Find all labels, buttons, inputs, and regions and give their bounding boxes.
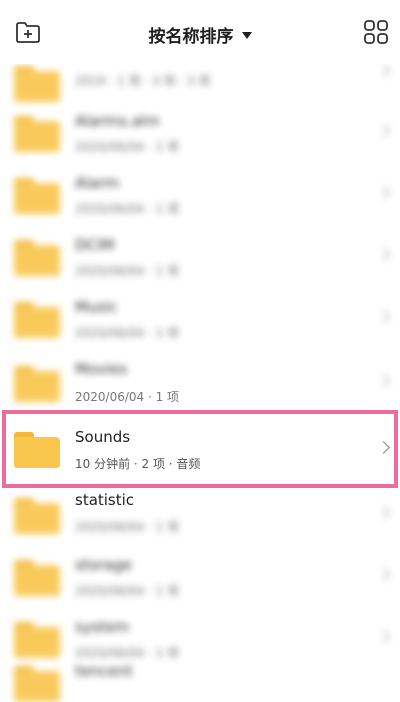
folder-icon: [14, 66, 60, 102]
folder-name: Music: [75, 298, 118, 316]
folder-name: Movies: [75, 360, 128, 378]
folder-row[interactable]: storage 2020/06/04 · 1 项: [0, 546, 400, 608]
folder-name: Alarm: [75, 174, 120, 192]
folder-row[interactable]: Alarms.alm 2020/06/04 · 1 项: [0, 102, 400, 164]
folder-row[interactable]: Movies 2020/06/04 · 1 项: [0, 352, 400, 414]
folder-name: tencent: [75, 662, 133, 680]
folder-name: statistic: [75, 491, 135, 509]
grid-view-icon[interactable]: [362, 18, 390, 46]
chevron-right-icon: [377, 310, 390, 323]
selection-highlight: [2, 410, 398, 488]
chevron-right-icon: [377, 248, 390, 261]
top-bar: 按名称排序: [0, 0, 400, 64]
folder-icon: [14, 116, 60, 152]
folder-meta: 2020/06/04 · 1 项: [75, 390, 180, 404]
folder-meta: 2020/06/04 · 1 项: [75, 140, 180, 154]
folder-icon: [14, 560, 60, 596]
folder-meta: 2020/06/04 · 1 项: [75, 264, 180, 278]
folder-meta: 2020/06/04 · 1 项: [75, 326, 180, 340]
folder-icon: [14, 498, 60, 534]
folder-row[interactable]: Music 2020/06/04 · 1 项: [0, 288, 400, 350]
chevron-right-icon: [377, 124, 390, 137]
chevron-right-icon: [377, 630, 390, 643]
sort-label: 按名称排序: [148, 27, 234, 47]
chevron-right-icon: [377, 186, 390, 199]
folder-icon: [14, 366, 60, 402]
folder-name: system: [75, 618, 130, 636]
folder-icon: [14, 240, 60, 276]
folder-meta: 2020/06/04 · 1 项: [75, 584, 180, 598]
folder-icon: [14, 302, 60, 338]
caret-down-icon: [241, 31, 252, 39]
folder-name: Alarms.alm: [75, 112, 160, 130]
chevron-right-icon: [377, 374, 390, 387]
folder-meta: 2020/06/04 · 1 项: [75, 520, 180, 534]
folder-meta: 2019 · 1 项 · 3 项 · 3 项: [75, 74, 211, 88]
folder-list: 2019 · 1 项 · 3 项 · 3 项 Alarms.alm 2020/0…: [0, 0, 400, 702]
chevron-right-icon: [377, 64, 390, 77]
folder-row[interactable]: DCIM 2020/06/04 · 1 项: [0, 226, 400, 288]
folder-name: DCIM: [75, 236, 115, 254]
folder-meta: 2020/06/04 · 1 项: [75, 202, 180, 216]
folder-icon: [14, 178, 60, 214]
chevron-right-icon: [377, 568, 390, 581]
folder-row[interactable]: statistic 2020/06/04 · 1 项: [0, 484, 400, 546]
chevron-right-icon: [377, 506, 390, 519]
sort-dropdown[interactable]: 按名称排序: [0, 22, 400, 47]
folder-name: storage: [75, 556, 132, 574]
folder-row[interactable]: tencent: [0, 652, 400, 702]
folder-row[interactable]: Alarm 2020/06/04 · 1 项: [0, 164, 400, 226]
